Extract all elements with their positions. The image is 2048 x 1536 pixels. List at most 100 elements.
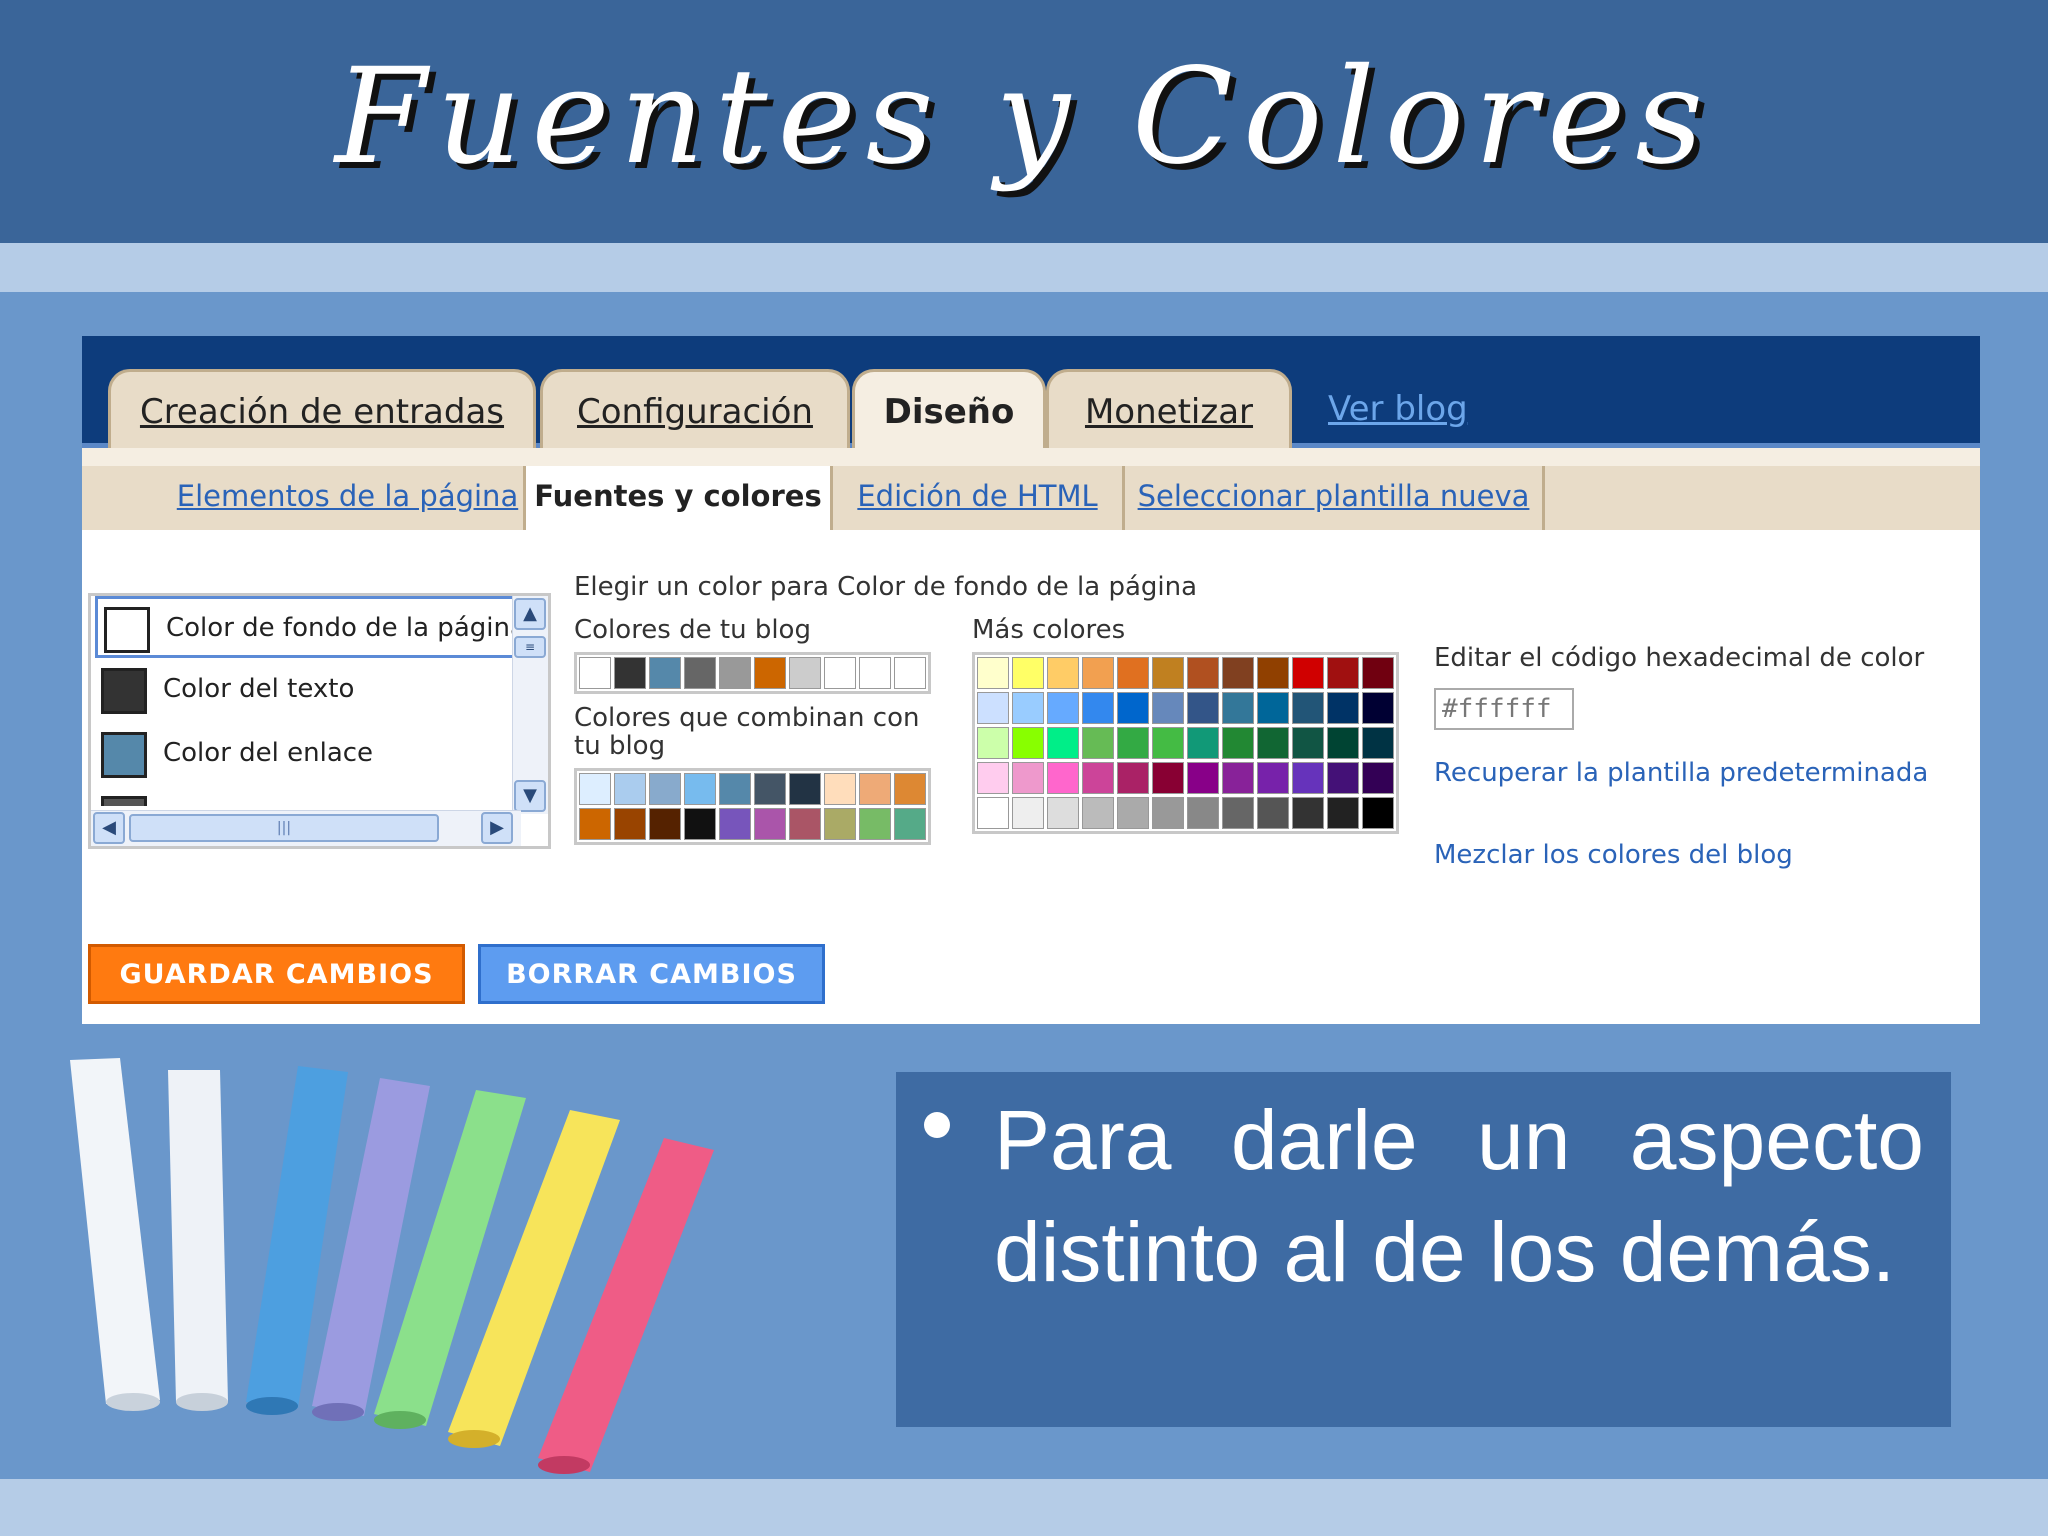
more-color-swatch[interactable] (1187, 727, 1219, 759)
matching-color-swatch[interactable] (614, 773, 646, 805)
more-color-swatch[interactable] (1222, 657, 1254, 689)
matching-color-swatch[interactable] (614, 808, 646, 840)
matching-color-swatch[interactable] (894, 773, 926, 805)
ver-blog-link[interactable]: Ver blog (1328, 369, 1468, 451)
blog-color-swatch[interactable] (859, 657, 891, 689)
matching-color-swatch[interactable] (719, 773, 751, 805)
more-color-swatch[interactable] (1187, 797, 1219, 829)
matching-color-swatch[interactable] (649, 808, 681, 840)
more-color-swatch[interactable] (1047, 657, 1079, 689)
blog-color-swatch[interactable] (719, 657, 751, 689)
more-color-swatch[interactable] (1082, 657, 1114, 689)
scroll-down-arrow-icon[interactable]: ▼ (514, 780, 546, 812)
more-color-swatch[interactable] (1117, 727, 1149, 759)
matching-color-swatch[interactable] (859, 808, 891, 840)
blog-color-swatch[interactable] (894, 657, 926, 689)
subtab-fuentes-colores[interactable]: Fuentes y colores (526, 466, 833, 530)
more-color-swatch[interactable] (1292, 692, 1324, 724)
more-color-swatch[interactable] (1082, 727, 1114, 759)
horizontal-scrollbar[interactable]: ◀ ||| ▶ (91, 810, 521, 846)
more-color-swatch[interactable] (1222, 762, 1254, 794)
more-color-swatch[interactable] (1257, 692, 1289, 724)
blog-color-swatch[interactable] (824, 657, 856, 689)
scroll-right-arrow-icon[interactable]: ▶ (481, 812, 513, 844)
blog-color-swatch[interactable] (614, 657, 646, 689)
more-color-swatch[interactable] (1082, 692, 1114, 724)
matching-color-swatch[interactable] (684, 773, 716, 805)
more-color-swatch[interactable] (1257, 762, 1289, 794)
more-color-swatch[interactable] (1362, 762, 1394, 794)
more-color-swatch[interactable] (1117, 762, 1149, 794)
list-item-color-texto[interactable]: Color del texto (95, 660, 515, 722)
tab-configuracion[interactable]: Configuración (540, 369, 850, 451)
more-color-swatch[interactable] (1292, 762, 1324, 794)
subtab-edicion-html[interactable]: Edición de HTML (833, 466, 1125, 530)
blog-color-swatch[interactable] (684, 657, 716, 689)
matching-color-swatch[interactable] (684, 808, 716, 840)
more-color-swatch[interactable] (1222, 692, 1254, 724)
matching-color-swatch[interactable] (754, 773, 786, 805)
blog-color-swatch[interactable] (789, 657, 821, 689)
mix-blog-colors-link[interactable]: Mezclar los colores del blog (1434, 840, 1793, 870)
more-color-swatch[interactable] (1257, 797, 1289, 829)
more-color-swatch[interactable] (1012, 797, 1044, 829)
clear-changes-button[interactable]: BORRAR CAMBIOS (478, 944, 825, 1004)
list-item-color-enlace[interactable]: Color del enlace (95, 724, 515, 786)
subtab-seleccionar-plantilla[interactable]: Seleccionar plantilla nueva (1125, 466, 1545, 530)
more-color-swatch[interactable] (977, 727, 1009, 759)
more-color-swatch[interactable] (1012, 657, 1044, 689)
more-color-swatch[interactable] (1152, 797, 1184, 829)
more-color-swatch[interactable] (1082, 797, 1114, 829)
more-color-swatch[interactable] (1362, 727, 1394, 759)
matching-color-swatch[interactable] (649, 773, 681, 805)
more-color-swatch[interactable] (1362, 692, 1394, 724)
vertical-scrollbar[interactable]: ▲ ≡ ▼ (512, 596, 548, 814)
matching-color-swatch[interactable] (579, 808, 611, 840)
more-color-swatch[interactable] (1187, 657, 1219, 689)
list-item-partial[interactable] (95, 788, 515, 806)
more-color-swatch[interactable] (977, 797, 1009, 829)
more-color-swatch[interactable] (1012, 762, 1044, 794)
more-color-swatch[interactable] (1327, 727, 1359, 759)
matching-color-swatch[interactable] (719, 808, 751, 840)
scroll-thumb[interactable]: ≡ (514, 636, 546, 658)
more-color-swatch[interactable] (1152, 657, 1184, 689)
scroll-up-arrow-icon[interactable]: ▲ (514, 598, 546, 630)
more-color-swatch[interactable] (1047, 692, 1079, 724)
horizontal-scroll-thumb[interactable]: ||| (129, 814, 439, 842)
matching-color-swatch[interactable] (859, 773, 891, 805)
matching-color-swatch[interactable] (824, 773, 856, 805)
restore-template-link[interactable]: Recuperar la plantilla predeterminada (1434, 758, 1928, 788)
more-color-swatch[interactable] (1362, 657, 1394, 689)
more-color-swatch[interactable] (1047, 762, 1079, 794)
tab-creacion-entradas[interactable]: Creación de entradas (108, 369, 536, 451)
more-color-swatch[interactable] (1047, 727, 1079, 759)
matching-color-swatch[interactable] (754, 808, 786, 840)
list-item-fondo-pagina[interactable]: Color de fondo de la página (95, 596, 526, 658)
tab-diseno[interactable]: Diseño (852, 369, 1046, 455)
more-color-swatch[interactable] (1117, 692, 1149, 724)
scroll-left-arrow-icon[interactable]: ◀ (93, 812, 125, 844)
more-color-swatch[interactable] (1257, 727, 1289, 759)
more-color-swatch[interactable] (1327, 657, 1359, 689)
matching-color-swatch[interactable] (894, 808, 926, 840)
more-color-swatch[interactable] (1292, 727, 1324, 759)
more-color-swatch[interactable] (1117, 657, 1149, 689)
more-color-swatch[interactable] (1117, 797, 1149, 829)
hex-code-input[interactable]: #ffffff (1434, 688, 1574, 730)
more-color-swatch[interactable] (1222, 727, 1254, 759)
matching-color-swatch[interactable] (579, 773, 611, 805)
more-color-swatch[interactable] (977, 692, 1009, 724)
more-color-swatch[interactable] (977, 657, 1009, 689)
more-color-swatch[interactable] (1012, 727, 1044, 759)
more-color-swatch[interactable] (1152, 692, 1184, 724)
subtab-elementos-pagina[interactable]: Elementos de la página (82, 466, 526, 530)
matching-color-swatch[interactable] (789, 773, 821, 805)
blog-color-swatch[interactable] (579, 657, 611, 689)
save-changes-button[interactable]: GUARDAR CAMBIOS (88, 944, 465, 1004)
matching-color-swatch[interactable] (824, 808, 856, 840)
more-color-swatch[interactable] (1292, 657, 1324, 689)
more-color-swatch[interactable] (1082, 762, 1114, 794)
more-color-swatch[interactable] (1047, 797, 1079, 829)
blog-color-swatch[interactable] (754, 657, 786, 689)
